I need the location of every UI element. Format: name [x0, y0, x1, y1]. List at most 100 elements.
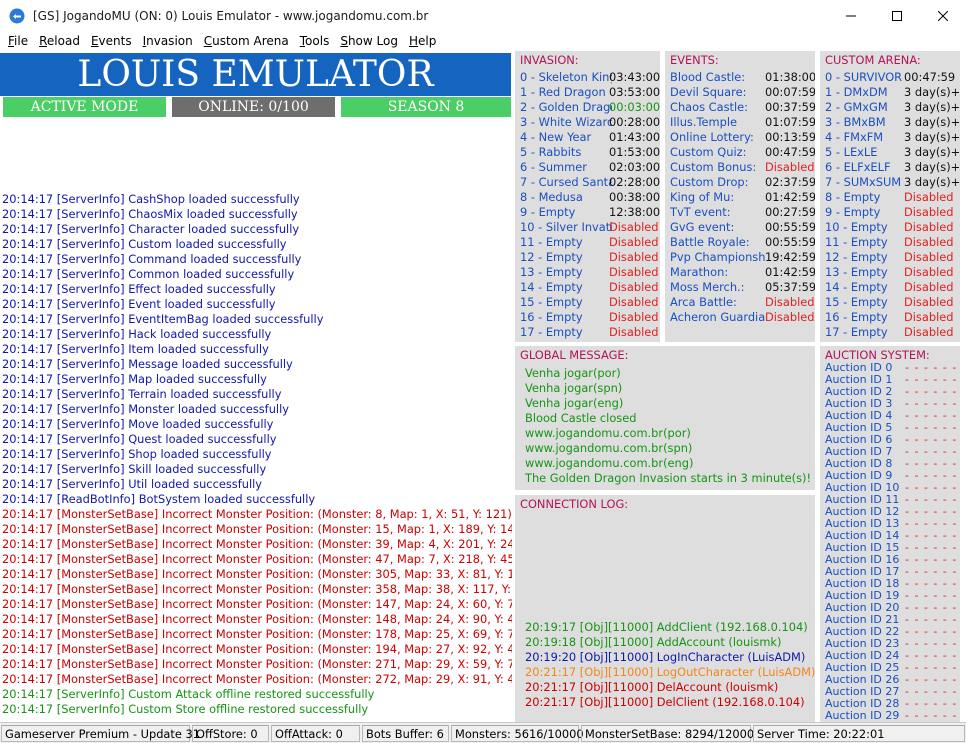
events-title: EVENTS: [670, 53, 719, 67]
invasion-row-name: 3 - White Wizard [520, 115, 612, 129]
invasion-row-value: 12:38:00 [609, 205, 660, 219]
invasion-row-value: Disabled [609, 235, 659, 249]
connection-log-line: 20:21:17 [Obj][11000] LogOutCharacter (L… [525, 665, 815, 679]
menu-events[interactable]: Events [85, 34, 137, 48]
events-row-value: Disabled [765, 295, 815, 309]
maximize-button[interactable] [874, 0, 920, 31]
events-row-value: 01:07:59 [765, 115, 815, 129]
log-line: 20:14:17 [ServerInfo] ChaosMix loaded su… [2, 207, 298, 221]
log-line: 20:14:17 [ServerInfo] Event loaded succe… [2, 297, 276, 311]
global-message-line: www.jogandomu.com.br(por) [525, 426, 691, 440]
log-line: 20:14:17 [MonsterSetBase] Incorrect Mons… [2, 657, 512, 671]
events-row-value: Disabled [765, 310, 815, 324]
menu-reload[interactable]: Reload [33, 34, 85, 48]
events-row-name: Battle Royale: [670, 235, 750, 249]
global-message-title: GLOBAL MESSAGE: [520, 348, 629, 362]
connection-log-list: 20:19:17 [Obj][11000] AddClient (192.168… [525, 620, 815, 710]
events-row-value: 00:13:59 [765, 130, 815, 144]
invasion-row-name: 10 - Silver Invation [520, 220, 612, 234]
custom-arena-panel: CUSTOM ARENA: 0 - SURVIVOR 00:47:59 1 - DM… [820, 51, 960, 342]
menu-invasion[interactable]: Invasion [137, 34, 198, 48]
menu-help[interactable]: Help [403, 34, 441, 48]
arena-row-name: 2 - GMxGM [825, 100, 888, 114]
events-row-name: Devil Square: [670, 85, 747, 99]
connection-log-line: 20:21:17 [Obj][11000] DelClient (192.168… [525, 695, 805, 709]
events-row-name: Acheron Guardian: [670, 310, 766, 324]
log-line: 20:14:17 [ServerInfo] Monster loaded suc… [2, 402, 289, 416]
window-title: [GS] JogandoMU (ON: 0) Louis Emulator - … [33, 8, 429, 23]
events-row-name: Moss Merch.: [670, 280, 745, 294]
log-line: 20:14:17 [MonsterSetBase] Incorrect Mons… [2, 597, 512, 611]
status-offattack: OffAttack: 0 [271, 725, 360, 742]
invasion-panel: INVASION: 0 - Skeleton King 03:43:00 1 - R… [515, 51, 660, 342]
log-line: 20:14:17 [ServerInfo] Quest loaded succe… [2, 432, 277, 446]
arena-row-name: 5 - LExLE [825, 145, 878, 159]
invasion-row-name: 5 - Rabbits [520, 145, 582, 159]
global-message-line: Venha jogar(eng) [525, 396, 624, 410]
log-line: 20:14:17 [MonsterSetBase] Incorrect Mons… [2, 507, 512, 521]
events-row-name: Arca Battle: [670, 295, 737, 309]
log-line: 20:14:17 [ServerInfo] Util loaded succes… [2, 477, 263, 491]
arena-row-value: Disabled [904, 220, 954, 234]
minimize-button[interactable] [828, 0, 874, 31]
connection-log-line: 20:19:20 [Obj][11000] LogInCharacter (Lu… [525, 650, 806, 664]
invasion-row-value: 00:38:00 [609, 190, 660, 204]
events-row-value: 01:38:00 [765, 70, 815, 84]
menu-file[interactable]: File [2, 34, 33, 48]
invasion-row-name: 8 - Medusa [520, 190, 583, 204]
arena-row-value: 3 day(s)+ [904, 145, 960, 159]
events-row-name: Custom Drop: [670, 175, 749, 189]
menu-custom-arena[interactable]: Custom Arena [198, 34, 294, 48]
arena-row-name: 1 - DMxDM [825, 85, 888, 99]
log-line: 20:14:17 [ServerInfo] Shop loaded succes… [2, 447, 272, 461]
events-row-value: 01:42:59 [765, 190, 815, 204]
menu-tools[interactable]: Tools [294, 34, 335, 48]
status-version: Gameserver Premium - Update 31 [1, 725, 200, 742]
log-line: 20:14:17 [ReadBotInfo] BotSystem loaded … [2, 492, 316, 506]
arena-row-value: Disabled [904, 190, 954, 204]
invasion-row-value: 00:03:00 [609, 100, 660, 114]
invasion-row-value: Disabled [609, 310, 659, 324]
server-log[interactable]: 20:14:17 [ServerInfo] CashShop loaded su… [2, 192, 512, 717]
arena-row-value: 00:47:59 [904, 70, 956, 84]
log-line: 20:14:17 [ServerInfo] Custom loaded succ… [2, 237, 287, 251]
menu-show-log[interactable]: Show Log [334, 34, 403, 48]
arena-row-name: 16 - Empty [825, 310, 888, 324]
close-button[interactable] [920, 0, 966, 31]
invasion-row-name: 2 - Golden Dragon [520, 100, 612, 114]
arena-row-name: 12 - Empty [825, 250, 888, 264]
arena-row-name: 4 - FMxFM [825, 130, 884, 144]
arena-row-value: Disabled [904, 235, 954, 249]
invasion-row-name: 1 - Red Dragon [520, 85, 606, 99]
log-line: 20:14:17 [ServerInfo] Custom Attack offl… [2, 687, 375, 701]
invasion-row-name: 9 - Empty [520, 205, 576, 219]
arena-row-name: 14 - Empty [825, 280, 888, 294]
arena-row-name: 9 - Empty [825, 205, 881, 219]
auction-row-name: Auction ID 29 [825, 709, 900, 722]
log-line: 20:14:17 [ServerInfo] Command loaded suc… [2, 252, 302, 266]
events-row-value: 00:07:59 [765, 85, 815, 99]
minimize-icon [846, 15, 856, 16]
events-row-name: GvG event: [670, 220, 735, 234]
arena-row-value: 3 day(s)+ [904, 175, 960, 189]
title-bar: [GS] JogandoMU (ON: 0) Louis Emulator - … [0, 0, 966, 31]
log-line: 20:14:17 [ServerInfo] Skill loaded succe… [2, 462, 267, 476]
main-log-panel: LOUIS EMULATOR ACTIVE MODE ONLINE: 0/100… [0, 51, 513, 722]
status-monstersetbase: MonsterSetBase: 8294/12000 [581, 725, 754, 742]
arena-row-name: 3 - BMxBM [825, 115, 886, 129]
connection-log-panel: CONNECTION LOG: 20:19:17 [Obj][11000] Ad… [515, 495, 815, 722]
invasion-row-value: Disabled [609, 295, 659, 309]
log-line: 20:14:17 [MonsterSetBase] Incorrect Mons… [2, 672, 512, 686]
invasion-row-value: 01:43:00 [609, 130, 660, 144]
global-message-list: Venha jogar(por) Venha jogar(spn) Venha jo… [525, 366, 811, 486]
log-line: 20:14:17 [MonsterSetBase] Incorrect Mons… [2, 582, 512, 596]
arena-row-name: 7 - SUMxSUM [825, 175, 902, 189]
log-line: 20:14:17 [ServerInfo] CashShop loaded su… [2, 192, 300, 206]
events-row-value: 05:37:59 [765, 280, 815, 294]
auction-row-value: - - - - - - - - [905, 709, 960, 722]
invasion-row-name: 11 - Empty [520, 235, 583, 249]
invasion-row-value: 03:43:00 [609, 70, 660, 84]
events-row-name: Marathon: [670, 265, 729, 279]
events-row-name: Blood Castle: [670, 70, 746, 84]
custom-arena-title: CUSTOM ARENA: [825, 53, 921, 67]
